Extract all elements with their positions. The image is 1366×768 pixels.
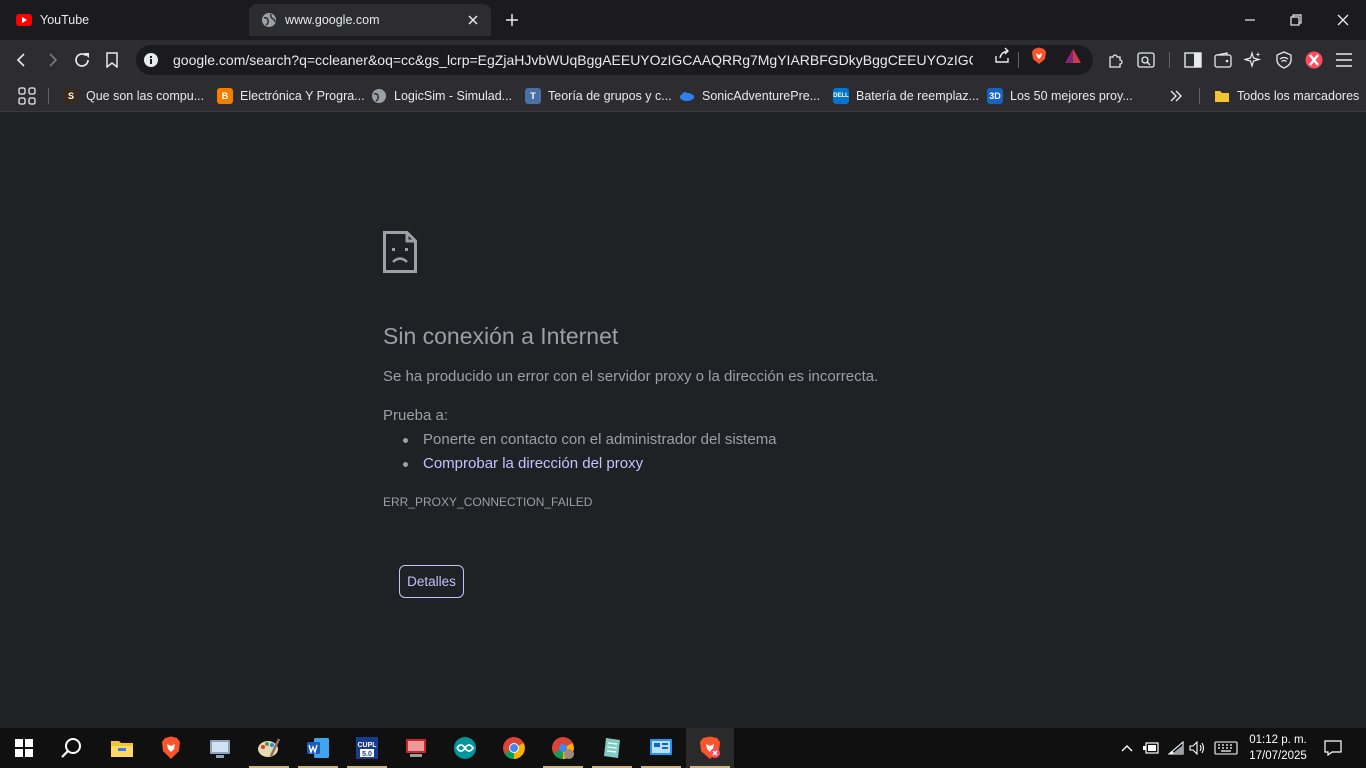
proxy-settings-link[interactable]: Comprobar la dirección del proxy bbox=[423, 455, 643, 473]
restore-button[interactable] bbox=[1284, 8, 1308, 32]
all-bookmarks-folder[interactable]: Todos los marcadores bbox=[1214, 86, 1359, 106]
apps-grid-icon[interactable] bbox=[18, 87, 36, 105]
start-button[interactable] bbox=[0, 728, 48, 768]
windows-taskbar: CUPL 5.0 01:12 p. m. 17/07/2025 bbox=[0, 728, 1366, 768]
youtube-icon bbox=[16, 12, 32, 28]
try-label: Prueba a: bbox=[383, 407, 449, 424]
globe-icon bbox=[261, 12, 277, 28]
error-code: ERR_PROXY_CONNECTION_FAILED bbox=[383, 495, 593, 509]
wifi-icon[interactable] bbox=[1167, 739, 1185, 757]
shield-icon: T bbox=[525, 88, 541, 104]
tab-google[interactable]: www.google.com bbox=[249, 4, 491, 36]
cloud-icon bbox=[679, 88, 695, 104]
close-tab-icon[interactable] bbox=[465, 12, 481, 28]
clock[interactable]: 01:12 p. m. 17/07/2025 bbox=[1244, 732, 1312, 764]
suggestion-item[interactable]: Comprobar la dirección del proxy bbox=[403, 455, 777, 479]
bookmark-icon[interactable] bbox=[100, 48, 124, 72]
tab-title: YouTube bbox=[40, 13, 90, 27]
forward-button[interactable] bbox=[40, 48, 64, 72]
menu-icon[interactable] bbox=[1334, 50, 1354, 70]
search-icon[interactable] bbox=[48, 728, 96, 768]
notifications-icon[interactable] bbox=[1324, 739, 1342, 757]
globe-dark-icon: S bbox=[63, 88, 79, 104]
close-window-button[interactable] bbox=[1331, 8, 1355, 32]
reader-mode-icon[interactable] bbox=[1136, 50, 1156, 70]
bookmark-item[interactable]: LogicSim - Simulad... bbox=[371, 86, 512, 106]
dell-icon: DELL bbox=[833, 88, 849, 104]
bookmark-item[interactable]: B Electrónica Y Progra... bbox=[217, 86, 365, 106]
error-title: Sin conexión a Internet bbox=[383, 323, 619, 349]
bullet-icon bbox=[403, 438, 408, 443]
sidebar-icon[interactable] bbox=[1183, 50, 1203, 70]
site-info-icon[interactable] bbox=[143, 52, 159, 68]
url-text[interactable]: google.com/search?q=ccleaner&oq=cc&gs_lc… bbox=[173, 52, 973, 68]
bookmark-item[interactable]: SonicAdventurePre... bbox=[679, 86, 820, 106]
brave-rewards-icon[interactable] bbox=[1064, 47, 1082, 65]
error-container: Sin conexión a Internet Se ha producido … bbox=[383, 231, 983, 509]
omnibox-divider bbox=[1018, 52, 1019, 68]
suggestion-item: Ponerte en contacto con el administrador… bbox=[403, 431, 777, 455]
bookmarks-divider bbox=[48, 88, 49, 104]
brave-active-icon[interactable] bbox=[686, 728, 734, 768]
control-panel-icon[interactable] bbox=[637, 728, 685, 768]
bookmark-item[interactable]: DELL Batería de reemplaz... bbox=[833, 86, 979, 106]
volume-icon[interactable] bbox=[1189, 739, 1207, 757]
chrome-profile-icon[interactable] bbox=[539, 728, 587, 768]
more-bookmarks-icon[interactable] bbox=[1169, 86, 1183, 106]
chrome-icon[interactable] bbox=[490, 728, 538, 768]
brave-browser-icon[interactable] bbox=[147, 728, 195, 768]
globe-icon bbox=[371, 88, 387, 104]
leo-ai-icon[interactable] bbox=[1243, 50, 1263, 70]
cupl-icon[interactable]: CUPL 5.0 bbox=[343, 728, 391, 768]
bookmarks-divider bbox=[1199, 88, 1200, 104]
svg-text:CUPL: CUPL bbox=[357, 742, 377, 749]
bookmark-item[interactable]: 3D Los 50 mejores proy... bbox=[987, 86, 1133, 106]
brave-shields-icon[interactable] bbox=[1030, 47, 1048, 65]
sad-page-icon bbox=[383, 231, 417, 273]
reload-button[interactable] bbox=[70, 48, 94, 72]
word-icon[interactable] bbox=[294, 728, 342, 768]
time-text: 01:12 p. m. bbox=[1249, 734, 1307, 746]
vpn-icon[interactable] bbox=[1274, 50, 1294, 70]
share-icon[interactable] bbox=[993, 47, 1011, 65]
file-explorer-icon[interactable] bbox=[98, 728, 146, 768]
paint-app-icon[interactable] bbox=[245, 728, 293, 768]
back-button[interactable] bbox=[10, 48, 34, 72]
remote-desktop-icon[interactable] bbox=[392, 728, 440, 768]
bookmark-item[interactable]: T Teoría de grupos y c... bbox=[525, 86, 672, 106]
blogger-icon: B bbox=[217, 88, 233, 104]
browser-toolbar: google.com/search?q=ccleaner&oq=cc&gs_lc… bbox=[0, 40, 1366, 80]
address-bar[interactable]: google.com/search?q=ccleaner&oq=cc&gs_lc… bbox=[136, 45, 1093, 75]
details-button[interactable]: Detalles bbox=[399, 565, 464, 598]
new-tab-button[interactable] bbox=[502, 10, 522, 30]
bookmark-item[interactable]: S Que son las compu... bbox=[63, 86, 204, 106]
date-text: 17/07/2025 bbox=[1249, 750, 1307, 762]
tab-title: www.google.com bbox=[285, 13, 380, 27]
minimize-button[interactable] bbox=[1238, 8, 1262, 32]
bullet-icon bbox=[403, 462, 408, 467]
profile-extension-icon[interactable] bbox=[1304, 50, 1324, 70]
chevron-up-icon[interactable] bbox=[1118, 739, 1136, 757]
tab-youtube[interactable]: YouTube bbox=[0, 4, 248, 36]
wallet-icon[interactable] bbox=[1213, 50, 1233, 70]
3d-icon: 3D bbox=[987, 88, 1003, 104]
svg-text:5.0: 5.0 bbox=[362, 751, 372, 758]
keyboard-icon[interactable] bbox=[1214, 739, 1238, 757]
folder-icon bbox=[1214, 88, 1230, 104]
bookmarks-bar: S Que son las compu... B Electrónica Y P… bbox=[0, 80, 1366, 112]
notes-app-icon[interactable] bbox=[588, 728, 636, 768]
extensions-icon[interactable] bbox=[1106, 50, 1126, 70]
error-description: Se ha producido un error con el servidor… bbox=[383, 368, 879, 385]
arduino-icon[interactable] bbox=[441, 728, 489, 768]
tab-strip: YouTube www.google.com bbox=[0, 0, 1366, 40]
system-config-icon[interactable] bbox=[196, 728, 244, 768]
battery-icon[interactable] bbox=[1142, 739, 1160, 757]
toolbar-divider bbox=[1169, 52, 1170, 68]
suggestion-list: Ponerte en contacto con el administrador… bbox=[403, 431, 777, 479]
